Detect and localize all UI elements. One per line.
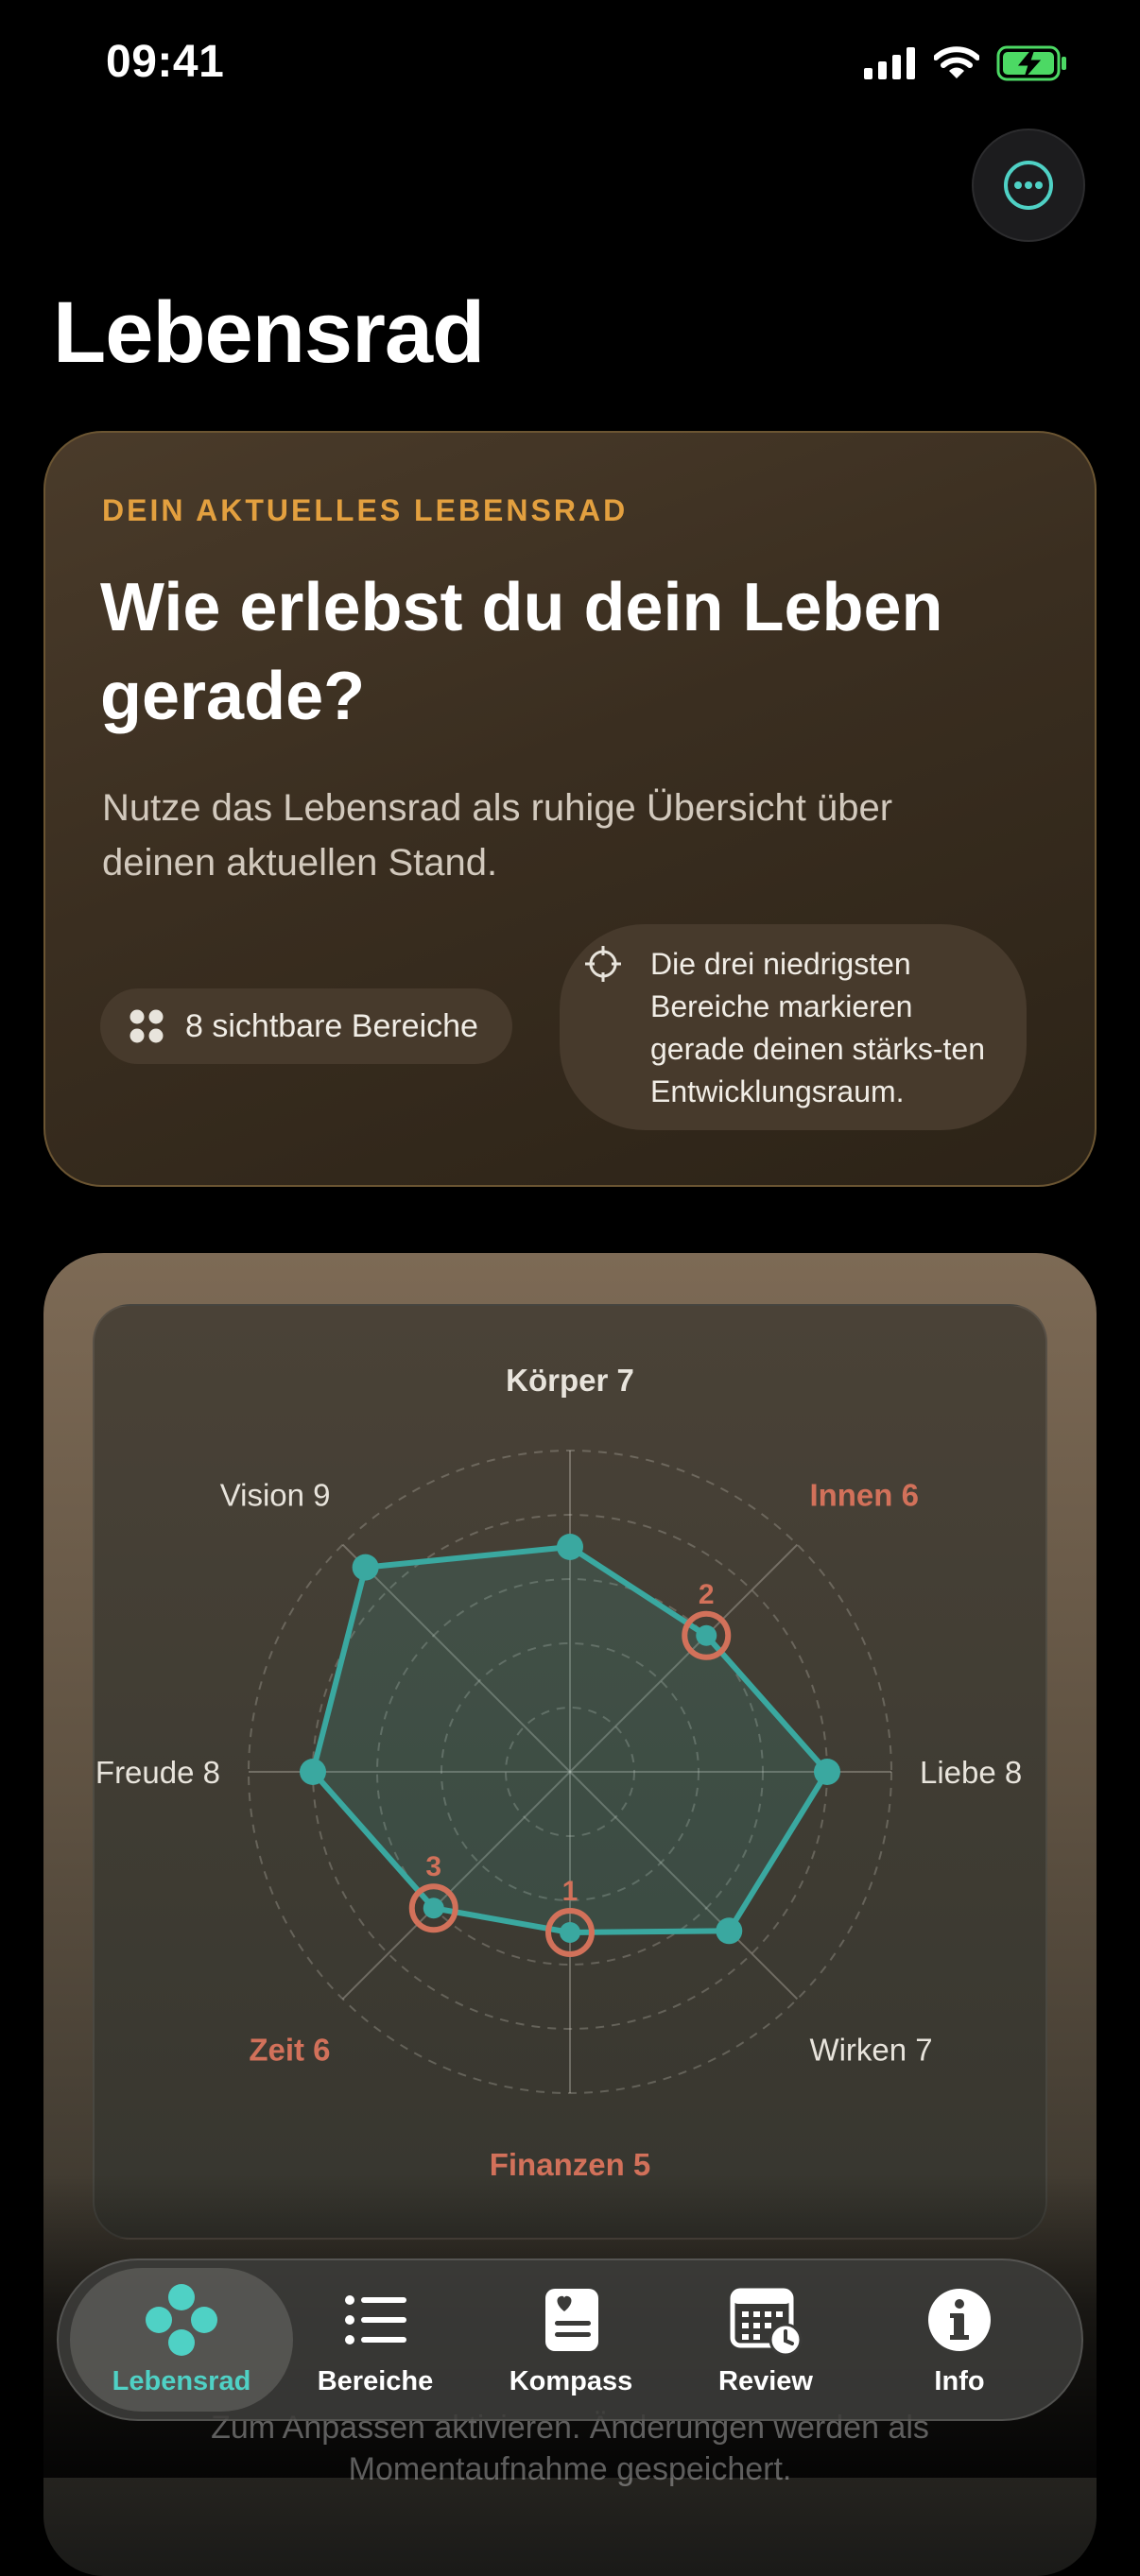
tab-label: Info bbox=[934, 2366, 985, 2396]
radar-label-körper: Körper 7 bbox=[506, 1363, 634, 1398]
radar-point-wirken[interactable] bbox=[716, 1917, 743, 1945]
journal-icon bbox=[545, 2289, 598, 2351]
tab-label: Review bbox=[718, 2366, 813, 2396]
visible-areas-pill: 8 sichtbare Bereiche bbox=[100, 988, 512, 1064]
ellipsis-circle-icon bbox=[1004, 161, 1053, 210]
status-icons bbox=[864, 45, 1068, 81]
tab-bereiche[interactable]: Bereiche bbox=[284, 2268, 467, 2412]
radar-label-freude: Freude 8 bbox=[95, 1755, 220, 1790]
radar-rank-label: 1 bbox=[562, 1876, 579, 1907]
wheel-icon bbox=[146, 2284, 217, 2356]
wifi-icon bbox=[934, 46, 979, 78]
radar-point-freude[interactable] bbox=[300, 1759, 326, 1785]
tab-kompass[interactable]: Kompass bbox=[476, 2268, 665, 2412]
radar-point-körper[interactable] bbox=[557, 1534, 583, 1560]
info-icon bbox=[928, 2289, 991, 2351]
radar-rank-label: 3 bbox=[425, 1851, 441, 1882]
tab-info[interactable]: Info bbox=[868, 2268, 1051, 2412]
tab-review[interactable]: Review bbox=[673, 2268, 858, 2412]
lowest-areas-hint: Die drei niedrigsten Bereiche markieren … bbox=[560, 924, 1027, 1130]
intro-title: Wie erlebst du dein Leben gerade? bbox=[100, 570, 943, 734]
status-time: 09:41 bbox=[106, 37, 225, 87]
radar-label-wirken: Wirken 7 bbox=[809, 2032, 932, 2067]
edit-hint-line2: Momentaufnahme gespeichert. bbox=[348, 2451, 792, 2487]
intro-eyebrow: DEIN AKTUELLES LEBENSRAD bbox=[102, 493, 629, 527]
tab-label: Bereiche bbox=[317, 2366, 434, 2396]
grid-dots-icon bbox=[130, 1009, 164, 1043]
radar-label-liebe: Liebe 8 bbox=[920, 1755, 1022, 1790]
tab-label: Lebensrad bbox=[112, 2366, 251, 2396]
page-title: Lebensrad bbox=[53, 284, 485, 381]
visible-areas-label: 8 sichtbare Bereiche bbox=[185, 1007, 478, 1044]
intro-description: Nutze das Lebensrad als ruhige Übersicht… bbox=[102, 787, 893, 884]
radar-point-vision[interactable] bbox=[352, 1554, 379, 1581]
radar-series-area bbox=[310, 1544, 830, 1935]
list-icon bbox=[345, 2295, 406, 2344]
radar-point-zeit[interactable] bbox=[423, 1898, 444, 1919]
radar-label-innen: Innen 6 bbox=[809, 1478, 919, 1513]
battery-charging-icon bbox=[996, 45, 1066, 81]
radar-point-innen[interactable] bbox=[696, 1624, 717, 1646]
tab-lebensrad[interactable]: Lebensrad bbox=[70, 2268, 293, 2412]
radar-point-finanzen[interactable] bbox=[560, 1922, 580, 1943]
calendar-clock-icon bbox=[730, 2288, 803, 2357]
radar-label-vision: Vision 9 bbox=[220, 1478, 331, 1513]
signal-icon bbox=[864, 47, 915, 79]
more-options-button[interactable] bbox=[972, 129, 1085, 242]
crosshair-icon bbox=[585, 946, 621, 982]
hint-text: Die drei niedrigsten Bereiche markieren … bbox=[650, 947, 985, 1108]
radar-label-zeit: Zeit 6 bbox=[249, 2032, 330, 2067]
tab-label: Kompass bbox=[509, 2366, 633, 2396]
radar-point-liebe[interactable] bbox=[814, 1759, 840, 1785]
radar-rank-label: 2 bbox=[699, 1579, 715, 1610]
life-wheel-radar-chart[interactable]: 213 Körper 7Innen 6Liebe 8Wirken 7Finanz… bbox=[93, 1304, 1047, 2240]
